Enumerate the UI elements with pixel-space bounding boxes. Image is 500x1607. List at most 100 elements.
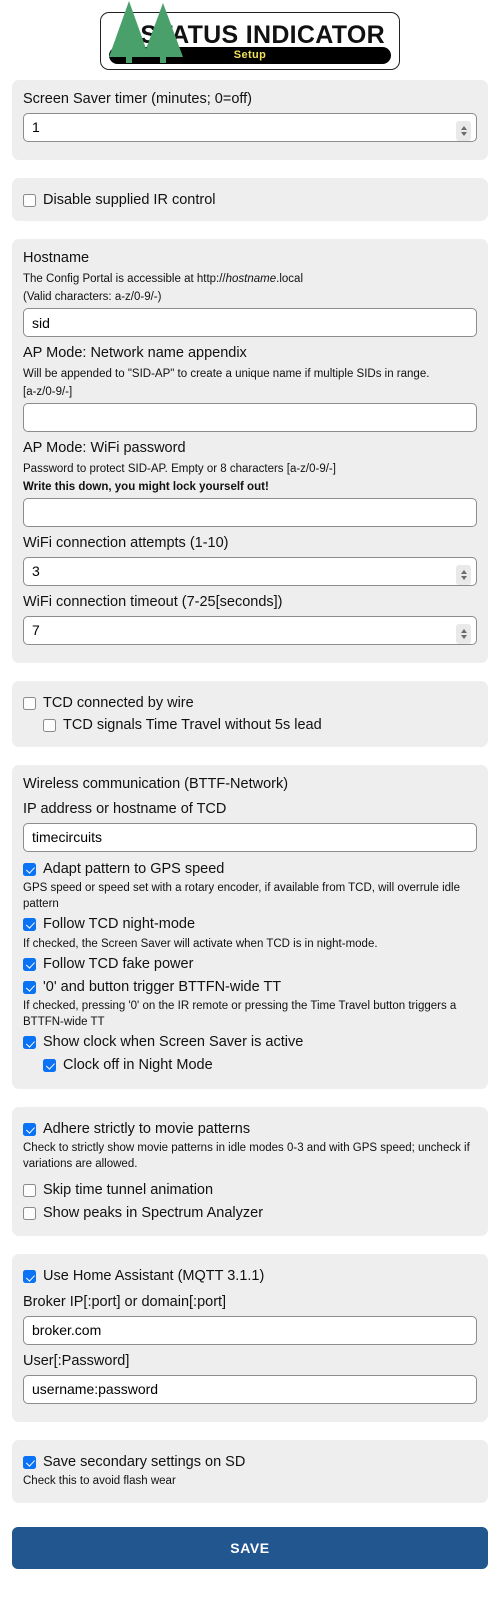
- section-hostname: Hostname The Config Portal is accessible…: [12, 239, 488, 663]
- wifi-timeout-field: [23, 615, 477, 645]
- save-on-sd-checkbox[interactable]: [23, 1455, 36, 1469]
- clock-night-off-row[interactable]: Clock off in Night Mode: [43, 1055, 477, 1076]
- tcd-night-mode-hint: If checked, the Screen Saver will activa…: [23, 937, 378, 950]
- chevron-up-icon: [460, 125, 467, 130]
- skip-tunnel-row[interactable]: Skip time tunnel animation: [23, 1180, 477, 1201]
- broker-input[interactable]: [23, 1315, 477, 1345]
- disable-ir-label: Disable supplied IR control: [43, 191, 216, 208]
- tcd-no-lead-checkbox[interactable]: [43, 719, 56, 733]
- section-screensaver: Screen Saver timer (minutes; 0=off): [12, 80, 488, 160]
- use-home-assistant-label: Use Home Assistant (MQTT 3.1.1): [43, 1268, 265, 1285]
- screensaver-timer-stepper[interactable]: [456, 120, 471, 141]
- ap-name-label: AP Mode: Network name appendix: [23, 345, 247, 362]
- chevron-down-icon: [460, 131, 467, 136]
- mqtt-user-label: User[:Password]: [23, 1352, 130, 1369]
- screensaver-timer-field: [23, 112, 477, 142]
- clock-night-off-checkbox[interactable]: [43, 1059, 56, 1073]
- bttfn-tt-checkbox[interactable]: [23, 980, 36, 994]
- wifi-attempts-stepper[interactable]: [456, 564, 471, 585]
- show-clock-checkbox[interactable]: [23, 1036, 36, 1050]
- section-home-assistant: Use Home Assistant (MQTT 3.1.1) Broker I…: [12, 1254, 488, 1422]
- config-portal-page: STATUS INDICATOR Setup Screen Saver time…: [0, 0, 500, 1583]
- gps-speed-hint: GPS speed or speed set with a rotary enc…: [23, 882, 460, 910]
- screensaver-timer-label: Screen Saver timer (minutes; 0=off): [23, 91, 253, 107]
- save-on-sd-label: Save secondary settings on SD: [43, 1453, 246, 1470]
- tcd-no-lead-row[interactable]: TCD signals Time Travel without 5s lead: [43, 715, 477, 736]
- tcd-ip-input[interactable]: [23, 822, 477, 852]
- adhere-patterns-label: Adhere strictly to movie patterns: [43, 1120, 251, 1137]
- screensaver-timer-input[interactable]: [23, 112, 477, 142]
- tcd-fake-power-label: Follow TCD fake power: [43, 956, 194, 973]
- gps-speed-row[interactable]: Adapt pattern to GPS speed: [23, 859, 477, 880]
- save-on-sd-row[interactable]: Save secondary settings on SD: [23, 1452, 477, 1473]
- hostname-hint-suffix: .local: [276, 273, 304, 286]
- tcd-night-mode-label: Follow TCD night-mode: [43, 916, 196, 933]
- tcd-no-lead-label: TCD signals Time Travel without 5s lead: [63, 717, 322, 734]
- tcd-wire-row[interactable]: TCD connected by wire: [23, 693, 477, 714]
- wifi-timeout-input[interactable]: [23, 615, 477, 645]
- bttfn-tt-hint: If checked, pressing '0' on the IR remot…: [23, 1000, 457, 1028]
- ap-password-label: AP Mode: WiFi password: [23, 440, 186, 457]
- logo-box: STATUS INDICATOR Setup: [100, 1, 400, 70]
- ap-password-hint: Password to protect SID-AP. Empty or 8 c…: [23, 463, 336, 476]
- ap-name-input[interactable]: [23, 403, 477, 433]
- hostname-hint-italic: hostname: [225, 273, 277, 286]
- disable-ir-row[interactable]: Disable supplied IR control: [23, 190, 477, 211]
- logo-title: STATUS INDICATOR: [140, 21, 385, 49]
- gps-speed-checkbox[interactable]: [23, 862, 36, 876]
- show-peaks-checkbox[interactable]: [23, 1206, 36, 1220]
- use-home-assistant-checkbox[interactable]: [23, 1270, 36, 1284]
- tcd-wire-checkbox[interactable]: [23, 696, 36, 710]
- ap-password-input[interactable]: [23, 498, 477, 528]
- show-clock-row[interactable]: Show clock when Screen Saver is active: [23, 1032, 477, 1053]
- broker-label: Broker IP[:port] or domain[:port]: [23, 1293, 227, 1310]
- wifi-timeout-stepper[interactable]: [456, 623, 471, 644]
- clock-night-off-label: Clock off in Night Mode: [63, 1057, 213, 1074]
- tcd-night-mode-row[interactable]: Follow TCD night-mode: [23, 914, 477, 935]
- wireless-heading: Wireless communication (BTTF-Network): [23, 775, 289, 792]
- wifi-attempts-input[interactable]: [23, 556, 477, 586]
- hostname-valid-chars: (Valid characters: a-z/0-9/-): [23, 290, 162, 303]
- save-on-sd-hint: Check this to avoid flash wear: [23, 1475, 176, 1488]
- tcd-wire-label: TCD connected by wire: [43, 694, 194, 711]
- skip-tunnel-label: Skip time tunnel animation: [43, 1182, 214, 1199]
- disable-ir-checkbox[interactable]: [23, 193, 36, 207]
- gps-speed-label: Adapt pattern to GPS speed: [43, 860, 225, 877]
- tcd-fake-power-checkbox[interactable]: [23, 958, 36, 972]
- chevron-up-icon: [460, 569, 467, 574]
- chevron-down-icon: [460, 634, 467, 639]
- mqtt-user-input[interactable]: [23, 1374, 477, 1404]
- header: STATUS INDICATOR Setup: [12, 0, 488, 80]
- wifi-attempts-label: WiFi connection attempts (1-10): [23, 535, 229, 552]
- tcd-ip-label: IP address or hostname of TCD: [23, 800, 227, 817]
- ap-name-hint-2: [a-z/0-9/-]: [23, 385, 73, 398]
- adhere-patterns-row[interactable]: Adhere strictly to movie patterns: [23, 1119, 477, 1140]
- chevron-down-icon: [460, 575, 467, 580]
- hostname-input[interactable]: [23, 308, 477, 338]
- hostname-label: Hostname: [23, 250, 90, 267]
- section-patterns: Adhere strictly to movie patterns Check …: [12, 1106, 488, 1237]
- use-home-assistant-row[interactable]: Use Home Assistant (MQTT 3.1.1): [23, 1266, 477, 1287]
- chevron-up-icon: [460, 628, 467, 633]
- section-sd: Save secondary settings on SD Check this…: [12, 1439, 488, 1503]
- hostname-hint-prefix: The Config Portal is accessible at http:…: [23, 273, 226, 286]
- wifi-timeout-label: WiFi connection timeout (7-25[seconds]): [23, 593, 283, 610]
- tcd-night-mode-checkbox[interactable]: [23, 918, 36, 932]
- show-peaks-label: Show peaks in Spectrum Analyzer: [43, 1204, 264, 1221]
- bttfn-tt-row[interactable]: '0' and button trigger BTTFN-wide TT: [23, 977, 477, 998]
- ap-name-hint-1: Will be appended to "SID-AP" to create a…: [23, 368, 430, 381]
- show-peaks-row[interactable]: Show peaks in Spectrum Analyzer: [23, 1203, 477, 1224]
- skip-tunnel-checkbox[interactable]: [23, 1184, 36, 1198]
- bttfn-tt-label: '0' and button trigger BTTFN-wide TT: [43, 978, 282, 995]
- hostname-hint: The Config Portal is accessible at http:…: [23, 272, 477, 288]
- tcd-fake-power-row[interactable]: Follow TCD fake power: [23, 954, 477, 975]
- adhere-patterns-checkbox[interactable]: [23, 1122, 36, 1136]
- save-button[interactable]: SAVE: [12, 1526, 488, 1569]
- footer: SAVE: [12, 1521, 488, 1583]
- logo-banner: Setup: [109, 47, 391, 64]
- section-tcd-wire: TCD connected by wire TCD signals Time T…: [12, 680, 488, 747]
- section-ir: Disable supplied IR control: [12, 177, 488, 222]
- logo-banner-label: Setup: [233, 49, 267, 61]
- wifi-attempts-field: [23, 556, 477, 586]
